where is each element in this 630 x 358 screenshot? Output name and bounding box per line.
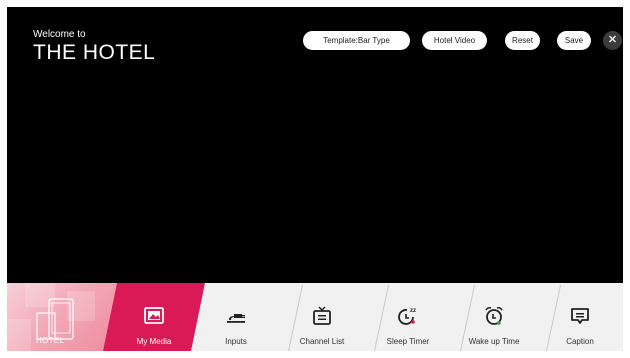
launcher-item-label: Inputs <box>225 337 247 346</box>
template-button[interactable]: Template:Bar Type <box>303 31 410 50</box>
sleep-timer-icon: zz <box>398 308 416 325</box>
launcher-item-wake-up-time[interactable]: Wake up Time <box>451 283 537 351</box>
launcher-item-channel-list[interactable]: Channel List <box>279 283 365 351</box>
channel-list-icon <box>313 306 331 325</box>
hotel-label: HOTEL <box>36 336 65 345</box>
svg-text:zz: zz <box>410 308 416 314</box>
launcher-item-label: Sleep Timer <box>386 337 430 346</box>
inputs-icon <box>227 314 245 323</box>
hotel-building-icon <box>36 298 74 340</box>
launcher-item-label: Wake up Time <box>468 337 520 346</box>
close-button[interactable]: ✕ <box>603 31 622 50</box>
decor-square <box>7 319 31 351</box>
caption-icon <box>571 308 589 324</box>
launcher-item-my-media[interactable]: My Media <box>111 283 197 351</box>
launcher-bar: HOTEL My Media Inputs Channel List zz Sl… <box>7 283 623 351</box>
welcome-text: Welcome to <box>33 29 86 40</box>
launcher-item-inputs[interactable]: Inputs <box>193 283 279 351</box>
hotel-tile[interactable]: HOTEL <box>7 283 117 351</box>
launcher-item-caption[interactable]: Caption <box>537 283 623 351</box>
hotel-video-button[interactable]: Hotel Video <box>422 31 487 50</box>
tv-screen: Welcome to THE HOTEL Template:Bar Type H… <box>7 7 623 351</box>
launcher-item-label: My Media <box>136 337 172 346</box>
hotel-name: THE HOTEL <box>33 41 156 64</box>
launcher-item-sleep-timer[interactable]: zz Sleep Timer <box>365 283 451 351</box>
reset-button[interactable]: Reset <box>505 31 540 50</box>
save-button[interactable]: Save <box>557 31 591 50</box>
launcher-item-label: Caption <box>566 337 594 346</box>
wake-up-time-icon <box>485 306 503 325</box>
launcher-item-label: Channel List <box>299 337 345 346</box>
close-icon: ✕ <box>607 34 618 46</box>
my-media-icon <box>144 307 164 324</box>
